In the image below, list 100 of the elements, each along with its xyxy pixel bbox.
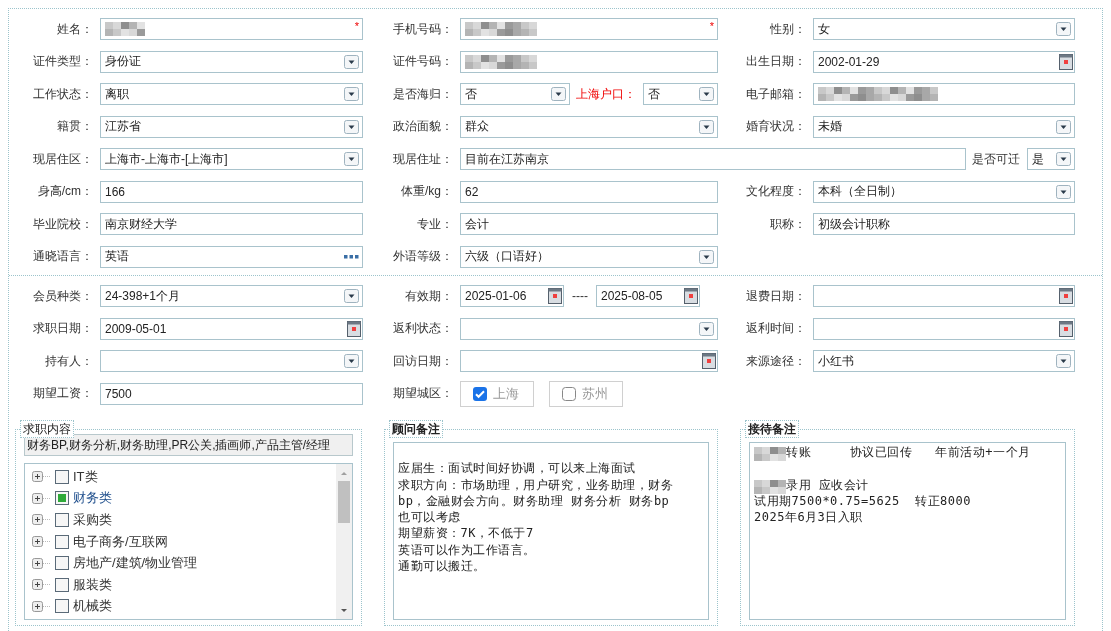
expand-icon[interactable] (32, 536, 52, 548)
calendar-icon[interactable] (347, 320, 361, 337)
dropdown-caret-icon[interactable] (344, 54, 359, 69)
field-label: 工作状态： (32, 85, 93, 103)
date-field[interactable] (813, 285, 1075, 308)
dropdown-caret-icon[interactable] (551, 87, 566, 102)
tree-item[interactable]: 服装类 (73, 575, 112, 594)
calendar-icon[interactable] (1059, 53, 1073, 70)
text-field[interactable]: * (100, 18, 363, 41)
calendar-icon[interactable] (1059, 320, 1073, 337)
scrollbar[interactable] (336, 464, 352, 619)
tree-item[interactable]: 房地产/建筑/物业管理 (73, 554, 198, 573)
calendar-icon[interactable] (684, 288, 698, 305)
more-dots-icon[interactable] (344, 254, 359, 259)
expand-icon[interactable] (32, 600, 52, 612)
field-label: 出生日期： (745, 53, 806, 71)
select-field[interactable]: 本科（全日制） (813, 180, 1075, 203)
tree-item[interactable]: 电子商务/互联网 (73, 532, 168, 551)
select-field[interactable]: 江苏省 (100, 115, 363, 138)
text-field[interactable]: 目前在江苏南京 (460, 148, 966, 171)
notes-field[interactable]: 转账 协议已回传 年前活动+一个月 录用 应收会计 试用期7500*0.75=5625 转正8000 2025年6月3日入职 (749, 442, 1066, 620)
date-field[interactable] (460, 350, 718, 373)
dropdown-caret-icon[interactable] (344, 119, 359, 134)
dropdown-caret-icon[interactable] (344, 87, 359, 102)
expand-icon[interactable] (32, 579, 52, 591)
expand-icon[interactable] (32, 557, 52, 569)
dropdown-caret-icon[interactable] (344, 354, 359, 369)
dropdown-caret-icon[interactable] (1056, 152, 1071, 167)
calendar-icon[interactable] (548, 288, 562, 305)
date-field[interactable]: 2025-01-06 (460, 285, 564, 308)
calendar-icon[interactable] (702, 353, 716, 370)
tree-item[interactable]: IT类 (73, 467, 98, 486)
checkbox[interactable] (55, 577, 69, 592)
date-field[interactable]: 2009-05-01 (100, 317, 363, 340)
dropdown-caret-icon[interactable] (1056, 354, 1071, 369)
selection-summary-field[interactable]: 财务BP,财务分析,财务助理,PR公关,插画师,产品主管/经理 (24, 434, 353, 456)
lookup-field[interactable]: 英语 (100, 245, 363, 268)
field-label: 专业： (416, 215, 453, 233)
note-text: 求职方向：市场助理，用户研究，业务助理，财务 (398, 476, 673, 494)
select-field[interactable]: 离职 (100, 83, 363, 106)
field-label: 是否可迁 (971, 150, 1020, 168)
field-label: 回访日期： (392, 352, 453, 370)
select-field[interactable]: 上海市-上海市-[上海市] (100, 148, 363, 171)
select-field[interactable]: 小红书 (813, 350, 1075, 373)
select-field[interactable]: 六级（口语好） (460, 245, 718, 268)
field-label: 会员种类： (32, 287, 93, 305)
text-field[interactable]: 南京财经大学 (100, 213, 363, 236)
field-label: 电子邮箱： (745, 85, 806, 103)
dropdown-caret-icon[interactable] (344, 152, 359, 167)
select-field[interactable] (100, 350, 363, 373)
text-field[interactable] (813, 83, 1075, 106)
select-field[interactable]: 是 (1027, 148, 1075, 171)
dropdown-caret-icon[interactable] (699, 119, 714, 134)
dropdown-caret-icon[interactable] (1056, 184, 1071, 199)
checkbox[interactable] (55, 599, 69, 614)
checkbox[interactable] (562, 386, 576, 401)
field-label: 现居住区： (32, 150, 93, 168)
select-field[interactable]: 否 (460, 83, 570, 106)
text-field[interactable]: 166 (100, 180, 363, 203)
dropdown-caret-icon[interactable] (699, 87, 714, 102)
calendar-icon[interactable] (1059, 288, 1073, 305)
checkbox[interactable] (55, 469, 69, 484)
dropdown-caret-icon[interactable] (699, 321, 714, 336)
checkbox[interactable] (55, 513, 69, 527)
select-field[interactable]: 群众 (460, 115, 718, 138)
dropdown-caret-icon[interactable] (344, 289, 359, 304)
checkbox[interactable] (55, 556, 69, 571)
select-field[interactable] (460, 317, 718, 340)
dropdown-caret-icon[interactable] (1056, 119, 1071, 134)
tree-item[interactable]: 机械类 (73, 597, 112, 616)
dropdown-caret-icon[interactable] (1056, 22, 1071, 37)
notes-field[interactable]: 应届生：面试时间好协调，可以来上海面试 求职方向：市场助理，用户研究，业务助理，财务 bp，金融财会方向。财务助理 财务分析 财务bp 也可以考虑 期望薪资：7K，不低于7 英语可以作为工作语言。 通勤可以搬迁。 (393, 442, 709, 620)
redacted-block (465, 54, 537, 69)
text-field[interactable]: 62 (460, 180, 718, 203)
field-label: 返利状态： (392, 320, 453, 338)
field-label: 是否海归： (392, 85, 453, 103)
checkbox[interactable] (473, 386, 487, 401)
tree-item[interactable]: 采购类 (73, 511, 112, 529)
select-field[interactable]: 未婚 (813, 115, 1075, 138)
checkbox[interactable] (55, 491, 69, 506)
select-field[interactable]: 24-398+1个月 (100, 285, 363, 308)
date-field[interactable]: 2002-01-29 (813, 50, 1075, 73)
tree-item[interactable]: 财务类 (73, 489, 112, 508)
redacted-block (754, 447, 786, 462)
select-field[interactable]: 女 (813, 18, 1075, 41)
expand-icon[interactable] (32, 492, 52, 504)
select-field[interactable]: 身份证 (100, 50, 363, 73)
date-field[interactable] (813, 317, 1075, 340)
expand-icon[interactable] (32, 471, 52, 483)
text-field[interactable]: 初级会计职称 (813, 213, 1075, 236)
text-field[interactable]: 会计 (460, 213, 718, 236)
date-field[interactable]: 2025-08-05 (596, 285, 700, 308)
checkbox[interactable] (55, 534, 69, 549)
text-field[interactable]: * (460, 18, 718, 41)
expand-icon[interactable] (32, 514, 52, 526)
field-label: 性别： (769, 20, 806, 38)
select-field[interactable]: 否 (643, 83, 718, 106)
text-field[interactable]: 7500 (100, 382, 363, 405)
text-field[interactable] (460, 50, 718, 73)
dropdown-caret-icon[interactable] (699, 249, 714, 264)
